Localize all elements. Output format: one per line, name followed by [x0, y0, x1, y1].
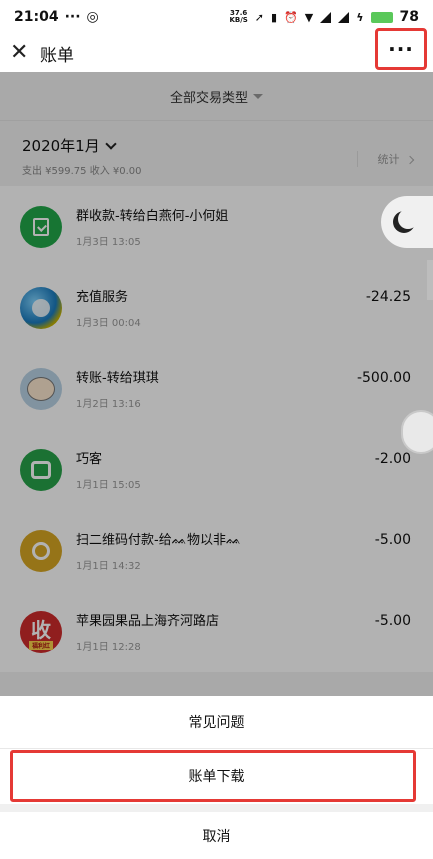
location-icon: ➚: [254, 10, 265, 24]
wifi-icon: ▼: [304, 10, 314, 24]
cancel-button[interactable]: 取消: [0, 812, 433, 859]
signal-icon-2: [338, 11, 350, 23]
more-notifications-icon: ···: [64, 9, 81, 25]
floating-assistive-button[interactable]: [401, 410, 433, 454]
alarm-icon: ⏰: [284, 10, 298, 24]
modal-overlay[interactable]: [0, 72, 433, 696]
battery-level: 78: [399, 9, 419, 25]
close-icon[interactable]: ✕: [10, 42, 34, 64]
more-icon: ···: [388, 37, 414, 61]
action-sheet: 常见问题 账单下载 取消: [0, 696, 433, 859]
faq-button[interactable]: 常见问题: [0, 696, 433, 748]
divider-gap: [0, 804, 433, 812]
signal-icon: [320, 11, 332, 23]
cancel-label: 取消: [202, 828, 231, 845]
network-speed: 37.6 KB/S: [229, 9, 248, 24]
moon-icon: [393, 209, 418, 233]
battery-icon: [370, 11, 393, 23]
status-bar: 21:04 ··· ◎ 37.6 KB/S ➚ ▮ ⏰ ▼ ϟ 78: [0, 0, 433, 34]
faq-label: 常见问题: [188, 715, 245, 731]
status-time: 21:04: [14, 9, 59, 25]
scrollbar[interactable]: [427, 260, 433, 300]
floating-night-mode-button[interactable]: [381, 196, 433, 248]
app-notification-icon: ◎: [86, 9, 99, 25]
title-bar: ✕ 账单 ···: [0, 28, 433, 72]
vibrate-icon: ▮: [271, 10, 278, 24]
page-title: 账单: [40, 45, 74, 66]
more-options-button[interactable]: ···: [375, 28, 427, 70]
charging-icon: ϟ: [356, 10, 364, 24]
divider: [0, 748, 433, 749]
highlight-frame: [10, 750, 416, 802]
